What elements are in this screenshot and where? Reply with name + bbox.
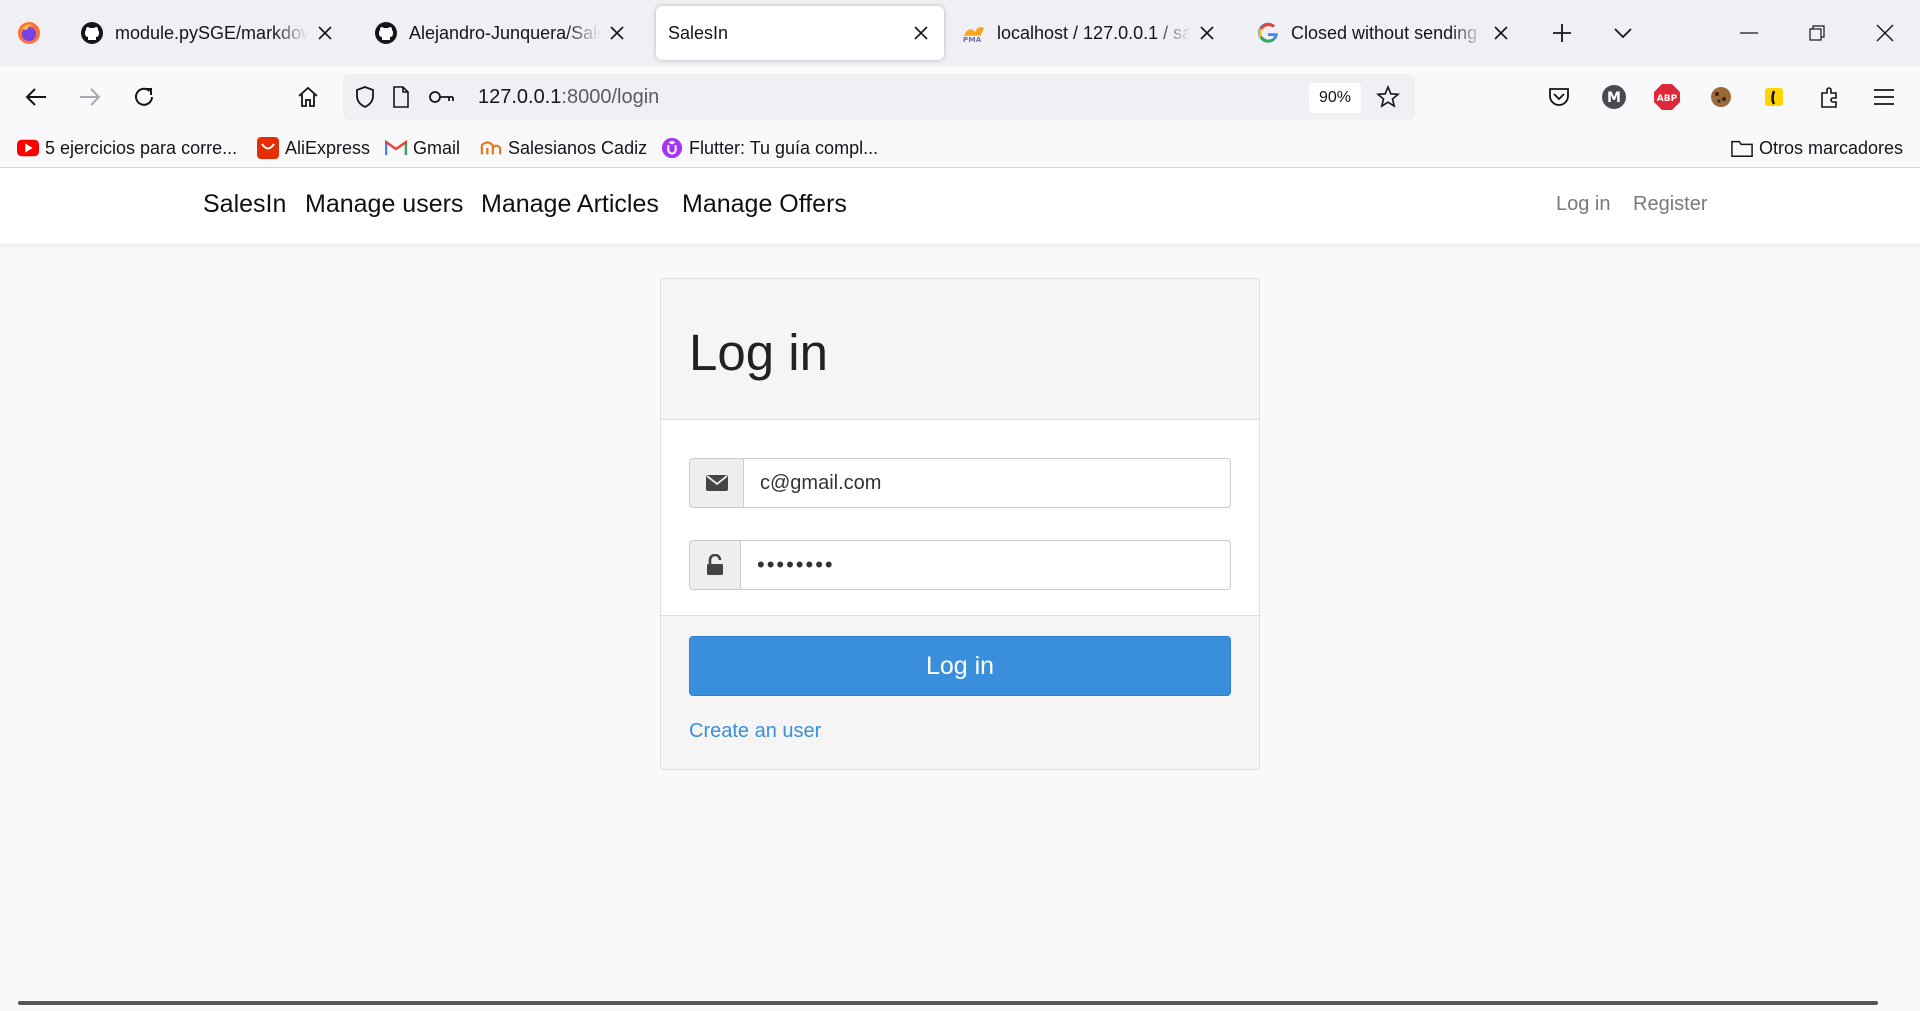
cookie-icon[interactable] [1707,83,1735,111]
horizontal-scrollbar[interactable] [18,1001,1878,1005]
close-tab-icon[interactable] [314,22,336,44]
zoom-level-badge[interactable]: 90% [1309,83,1361,113]
nav-manage-articles[interactable]: Manage Articles [481,190,659,219]
login-card-header: Log in [661,279,1259,420]
url-host: 127.0.0.1 [478,86,562,108]
tab-title: SalesIn [668,22,729,43]
url-path: :8000/login [561,86,660,108]
adblock-plus-icon[interactable]: ABP [1653,83,1681,111]
url-text[interactable]: 127.0.0.1:8000/login [478,86,659,109]
svg-text:PMA: PMA [963,35,982,44]
pocket-icon[interactable] [1545,83,1573,111]
bookmark-item[interactable]: AliExpress [257,136,370,160]
tab-phpmyadmin[interactable]: PMA localhost / 127.0.0.1 / salesin [950,6,1230,60]
other-bookmarks-label: Otros marcadores [1759,137,1904,158]
gmail-icon [385,137,407,159]
email-input-group [689,458,1231,508]
minimize-icon[interactable] [1736,20,1762,46]
tab-title: Alejandro-Junquera/SalesIn [409,22,600,43]
close-tab-icon[interactable] [1196,22,1218,44]
nav-manage-offers[interactable]: Manage Offers [682,190,847,219]
forward-icon[interactable] [74,81,106,113]
extensions-icon[interactable] [1816,83,1844,111]
firefox-menu-icon[interactable] [17,21,41,45]
login-submit-button[interactable]: Log in [689,636,1231,696]
login-card: Log in Log in Create an user [660,278,1260,770]
close-tab-icon[interactable] [910,22,932,44]
udemy-icon [661,137,683,159]
list-all-tabs-icon[interactable] [1610,20,1636,46]
tab-salesin[interactable]: SalesIn [656,6,944,60]
bookmark-label: Flutter: Tu guía compl... [689,137,879,158]
tab-module-pysge[interactable]: module.pySGE/markdown [68,6,348,60]
ext-yellow-icon[interactable] [1760,83,1788,111]
navigation-toolbar: 127.0.0.1:8000/login 90% M ABP [0,66,1920,128]
nav-manage-users[interactable]: Manage users [305,190,463,219]
unlock-icon [689,540,740,590]
bookmark-item[interactable]: Salesianos Cadiz [480,136,647,160]
tab-alejandro-salesin[interactable]: Alejandro-Junquera/SalesIn [362,6,640,60]
bookmark-label: AliExpress [285,137,371,158]
login-title: Log in [689,324,828,381]
tab-strip: module.pySGE/markdown Alejandro-Junquera… [0,0,1920,66]
adblock-label: ABP [1657,94,1678,104]
google-icon [1256,21,1280,45]
close-window-icon[interactable] [1872,20,1898,46]
youtube-icon [17,137,39,159]
reload-icon[interactable] [128,81,160,113]
envelope-icon [689,458,743,508]
tracking-protection-shield-icon[interactable] [353,85,377,109]
phpmyadmin-icon: PMA [962,21,986,45]
menu-icon[interactable] [1870,83,1898,111]
folder-icon [1731,137,1753,159]
nav-login-link[interactable]: Log in [1556,193,1611,216]
password-input-group [689,540,1231,590]
bookmarks-toolbar: 5 ejercicios para corre... AliExpress Gm… [0,128,1920,168]
restore-icon[interactable] [1804,20,1830,46]
account-initial: M [1607,90,1621,106]
bookmark-label: Gmail [413,137,461,158]
brand-link[interactable]: SalesIn [203,190,286,219]
bookmark-star-icon[interactable] [1376,85,1400,109]
other-bookmarks[interactable]: Otros marcadores [1731,136,1903,160]
tab-closed-without-sending[interactable]: Closed without sending a [1244,6,1524,60]
salesianos-icon [480,137,502,159]
account-icon[interactable]: M [1600,83,1628,111]
aliexpress-icon [257,137,279,159]
bookmark-item[interactable]: 5 ejercicios para corre... [17,136,237,160]
github-icon [80,21,104,45]
site-navbar: SalesIn Manage users Manage Articles Man… [0,168,1920,244]
home-icon[interactable] [292,81,324,113]
tab-title: module.pySGE/markdown [115,22,308,43]
key-icon[interactable] [427,85,455,109]
password-field[interactable] [740,540,1231,590]
page-info-icon[interactable] [389,85,413,109]
bookmark-label: 5 ejercicios para corre... [45,137,238,158]
tab-title: localhost / 127.0.0.1 / salesin [997,22,1190,43]
close-tab-icon[interactable] [606,22,628,44]
tab-title: Closed without sending a [1291,22,1484,43]
bookmark-item[interactable]: Flutter: Tu guía compl... [661,136,878,160]
github-icon [374,21,398,45]
create-user-link[interactable]: Create an user [689,720,821,743]
close-tab-icon[interactable] [1490,22,1512,44]
url-bar[interactable]: 127.0.0.1:8000/login 90% [343,74,1415,120]
back-icon[interactable] [20,81,52,113]
new-tab-icon[interactable] [1549,20,1575,46]
bookmark-label: Salesianos Cadiz [508,137,648,158]
bookmark-item[interactable]: Gmail [385,136,460,160]
login-card-body [661,420,1259,616]
page-viewport: SalesIn Manage users Manage Articles Man… [0,168,1920,1011]
nav-register-link[interactable]: Register [1633,193,1707,216]
email-field[interactable] [743,458,1231,508]
